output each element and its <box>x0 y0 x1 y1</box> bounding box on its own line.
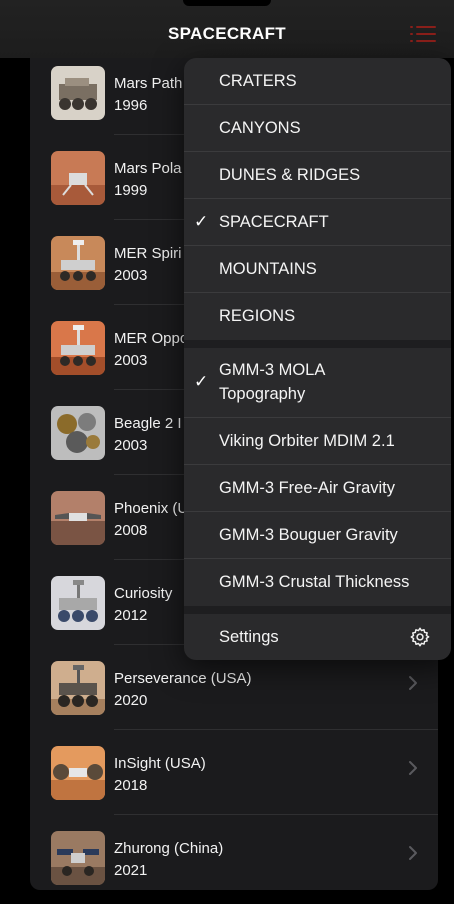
mission-name: Beagle 2 I <box>114 415 182 432</box>
checkmark-icon: ✓ <box>194 212 209 231</box>
mission-name: Phoenix (U <box>114 500 189 517</box>
menu-item-crustal-thickness[interactable]: GMM-3 Crustal Thickness <box>184 559 451 606</box>
lander-icon <box>51 151 105 205</box>
menu-item-regions[interactable]: REGIONS <box>184 293 451 340</box>
rover-icon <box>51 661 105 715</box>
menu-item-label: CRATERS <box>219 72 297 90</box>
menu-item-label: GMM-3 Bouguer Gravity <box>219 526 398 544</box>
device-notch <box>183 0 271 6</box>
menu-item-label: Settings <box>219 628 279 646</box>
mission-year: 2018 <box>114 777 148 794</box>
menu-item-label: DUNES & RIDGES <box>219 166 361 184</box>
mission-name: Perseverance (USA) <box>114 670 252 687</box>
menu-item-craters[interactable]: CRATERS <box>184 58 451 105</box>
menu-item-dunes-ridges[interactable]: DUNES & RIDGES <box>184 152 451 199</box>
chevron-right-icon <box>409 761 417 775</box>
mission-name: Mars Pola <box>114 160 182 177</box>
gear-icon <box>410 627 430 647</box>
menu-item-free-air-gravity[interactable]: GMM-3 Free-Air Gravity <box>184 465 451 512</box>
chevron-right-icon <box>409 846 417 860</box>
menu-item-viking-mdim[interactable]: Viking Orbiter MDIM 2.1 <box>184 418 451 465</box>
menu-item-bouguer-gravity[interactable]: GMM-3 Bouguer Gravity <box>184 512 451 559</box>
mission-year: 2021 <box>114 862 148 879</box>
nav-bar: SPACECRAFT <box>0 0 454 58</box>
menu-item-label: SPACECRAFT <box>219 213 329 231</box>
mission-name: MER Spiri <box>114 245 182 262</box>
mission-name: Curiosity <box>114 585 173 602</box>
mission-year: 2008 <box>114 522 148 539</box>
chevron-right-icon <box>409 676 417 690</box>
menu-item-label-line2: Topography <box>219 385 306 403</box>
rover-icon <box>51 576 105 630</box>
mission-name: InSight (USA) <box>114 755 206 772</box>
mission-year: 1996 <box>114 97 148 114</box>
menu-item-mountains[interactable]: MOUNTAINS <box>184 246 451 293</box>
mission-year: 2020 <box>114 692 148 709</box>
menu-item-mola-topography[interactable]: ✓ GMM-3 MOLA Topography <box>184 348 451 418</box>
rover-icon <box>51 236 105 290</box>
mission-name: Mars Path <box>114 75 183 92</box>
menu-item-label: MOUNTAINS <box>219 260 317 278</box>
section-separator <box>184 340 451 348</box>
mission-year: 2012 <box>114 607 148 624</box>
mission-year: 2003 <box>114 267 148 284</box>
rover-icon <box>51 321 105 375</box>
menu-item-label: GMM-3 Free-Air Gravity <box>219 479 396 497</box>
rover-icon <box>51 831 105 885</box>
mission-year: 2003 <box>114 352 148 369</box>
checkmark-icon: ✓ <box>194 372 209 391</box>
section-separator <box>184 606 451 614</box>
layer-menu: CRATERS CANYONS DUNES & RIDGES ✓ SPACECR… <box>184 58 451 660</box>
page-title: SPACECRAFT <box>168 24 286 43</box>
lander-icon <box>51 746 105 800</box>
list-item-insight[interactable]: InSight (USA) 2018 <box>30 730 438 815</box>
menu-item-label: CANYONS <box>219 119 301 137</box>
menu-item-canyons[interactable]: CANYONS <box>184 105 451 152</box>
mission-name: Zhurong (China) <box>114 840 224 857</box>
menu-item-settings[interactable]: Settings <box>184 614 451 660</box>
menu-item-label-line1: GMM-3 MOLA <box>219 361 326 379</box>
list-item-zhurong[interactable]: Zhurong (China) 2021 <box>30 815 438 890</box>
menu-item-spacecraft[interactable]: ✓ SPACECRAFT <box>184 199 451 246</box>
mission-name: MER Oppo <box>114 330 189 347</box>
menu-item-label: GMM-3 Crustal Thickness <box>219 573 410 591</box>
mission-year: 2003 <box>114 437 148 454</box>
list-menu-button[interactable] <box>410 24 436 44</box>
menu-item-label: REGIONS <box>219 307 296 325</box>
lander-icon <box>51 491 105 545</box>
rover-icon <box>51 66 105 120</box>
mission-year: 1999 <box>114 182 148 199</box>
lander-icon <box>51 406 105 460</box>
menu-item-label: Viking Orbiter MDIM 2.1 <box>219 432 395 450</box>
